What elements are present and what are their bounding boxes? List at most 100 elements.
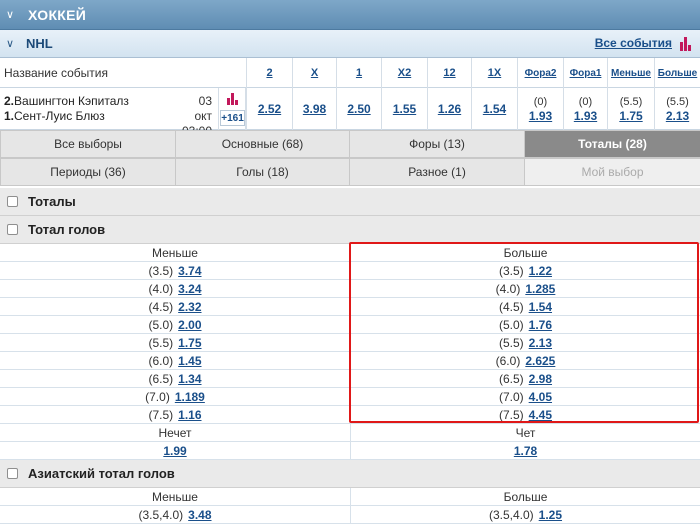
odds-link[interactable]: 1.78 (514, 444, 537, 458)
tab-misc[interactable]: Разное (1) (349, 158, 525, 186)
odds-link[interactable]: 3.48 (188, 508, 211, 522)
odds-link[interactable]: 1.75 (619, 109, 642, 123)
section-totals-header[interactable]: Тоталы (0, 188, 700, 216)
odds-link[interactable]: 1.189 (175, 390, 205, 404)
col-header-1[interactable]: 1 (336, 58, 381, 88)
totals-row: (7.5) 1.16 (7.5) 4.45 (0, 406, 700, 424)
over-cell: (5.0) 1.76 (350, 316, 700, 334)
sport-header-bar[interactable]: ∨ ХОККЕЙ (0, 0, 700, 30)
total-param: (6.5) (148, 372, 174, 386)
odds-link[interactable]: 1.285 (525, 282, 555, 296)
totals-row: (6.5) 1.34 (6.5) 2.98 (0, 370, 700, 388)
odds-link[interactable]: 2.50 (347, 102, 370, 116)
tab-goals[interactable]: Голы (18) (175, 158, 350, 186)
odds-link[interactable]: 1.55 (393, 102, 416, 116)
event-name-label: Название события (4, 66, 108, 80)
totals-row: (4.5) 2.32 (4.5) 1.54 (0, 298, 700, 316)
odds-link[interactable]: 1.25 (539, 508, 562, 522)
section-total-goals-header[interactable]: Тотал голов (0, 216, 700, 244)
sport-title: ХОККЕЙ (28, 6, 87, 23)
section-checkbox[interactable] (7, 196, 18, 207)
odds-link[interactable]: 1.26 (438, 102, 461, 116)
odds-link[interactable]: 1.45 (178, 354, 201, 368)
odds-cell: 1.26 (427, 88, 471, 130)
col-header-handicap2[interactable]: Фора2 (517, 58, 563, 88)
odds-cell: 2.52 (246, 88, 292, 130)
tab-all[interactable]: Все выборы (0, 130, 176, 158)
odd-label: Нечет (158, 426, 192, 440)
odds-link[interactable]: 1.99 (163, 444, 186, 458)
odds-link[interactable]: 1.76 (529, 318, 552, 332)
league-header-bar[interactable]: ∨ NHL Все события (0, 30, 700, 58)
col-header-under[interactable]: Меньше (607, 58, 654, 88)
over-cell: (7.5) 4.45 (350, 406, 700, 424)
odds-link[interactable]: 2.00 (178, 318, 201, 332)
tab-periods[interactable]: Периоды (36) (0, 158, 176, 186)
tab-totals[interactable]: Тоталы (28) (524, 130, 700, 158)
team1-name: Сент-Луис Блюз (14, 109, 105, 123)
col-header-2[interactable]: 2 (246, 58, 292, 88)
odds-link[interactable]: 1.16 (178, 408, 201, 422)
all-events-link[interactable]: Все события (595, 36, 672, 50)
odds-link[interactable]: 2.625 (525, 354, 555, 368)
col-header-x[interactable]: X (292, 58, 336, 88)
tab-main[interactable]: Основные (68) (175, 130, 350, 158)
odds-link[interactable]: 3.24 (178, 282, 201, 296)
odds-link[interactable]: 1.75 (178, 336, 201, 350)
tab-my-choice[interactable]: Мой выбор (524, 158, 700, 186)
section-title: Тотал голов (28, 222, 106, 237)
under-cell: (3.5) 3.74 (0, 262, 350, 280)
odds-link[interactable]: 1.34 (178, 372, 201, 386)
odds-link[interactable]: 1.54 (529, 300, 552, 314)
section-checkbox[interactable] (7, 468, 18, 479)
total-param: (4.5) (148, 300, 174, 314)
odds-link[interactable]: 2.98 (529, 372, 552, 386)
col-header-12[interactable]: 12 (427, 58, 471, 88)
under-cell: (7.0) 1.189 (0, 388, 350, 406)
event-teams[interactable]: 2.Вашингтон Кэпиталз 1.Сент-Луис Блюз (4, 94, 129, 124)
even-label: Чет (350, 424, 700, 442)
odd-even-row: 1.99 1.78 (0, 442, 700, 460)
event-date: 03 окт (194, 94, 212, 123)
odds-link[interactable]: 4.45 (529, 408, 552, 422)
col-header-over[interactable]: Больше (654, 58, 700, 88)
odds-link[interactable]: 1.54 (483, 102, 506, 116)
odd-even-header: Нечет Чет (0, 424, 700, 442)
total-param: (4.0) (148, 282, 174, 296)
section-title: Тоталы (28, 194, 76, 209)
over-cell: (5.5) 2.13 (350, 334, 700, 352)
odds-link[interactable]: 2.52 (258, 102, 281, 116)
chevron-down-icon[interactable]: ∨ (0, 0, 20, 30)
odds-cell: 3.98 (292, 88, 336, 130)
under-cell: (5.5) 1.75 (0, 334, 350, 352)
odds-link[interactable]: 1.93 (574, 109, 597, 123)
odds-link[interactable]: 3.98 (303, 102, 326, 116)
odds-link[interactable]: 2.32 (178, 300, 201, 314)
odds-link[interactable]: 2.13 (666, 109, 689, 123)
tab-handicaps[interactable]: Форы (13) (349, 130, 525, 158)
total-param: (6.5) (498, 372, 524, 386)
statistics-icon[interactable] (227, 93, 239, 105)
total-param: (5.5) (498, 336, 524, 350)
chevron-down-icon[interactable]: ∨ (0, 30, 20, 58)
odds-link[interactable]: 1.22 (529, 264, 552, 278)
total-param: (4.5) (498, 300, 524, 314)
over-column-header: Больше (350, 488, 700, 506)
odds-link[interactable]: 2.13 (529, 336, 552, 350)
col-header-1x[interactable]: 1X (471, 58, 517, 88)
col-header-x2[interactable]: X2 (381, 58, 427, 88)
under-cell: (6.0) 1.45 (0, 352, 350, 370)
total-param: (3.5,4.0) (488, 508, 534, 522)
col-header-handicap1[interactable]: Фора1 (563, 58, 607, 88)
more-markets-button[interactable]: +161 (220, 110, 245, 126)
odds-link[interactable]: 3.74 (178, 264, 201, 278)
odds-link[interactable]: 4.05 (529, 390, 552, 404)
totals-row: (6.0) 1.45 (6.0) 2.625 (0, 352, 700, 370)
totals-table-header: Меньше Больше (0, 244, 700, 262)
odds-link[interactable]: 1.93 (529, 109, 552, 123)
section-checkbox[interactable] (7, 224, 18, 235)
market-tabs-row-1: Все выборы Основные (68) Форы (13) Тотал… (0, 130, 700, 158)
statistics-icon[interactable] (680, 37, 692, 51)
section-asian-total-header[interactable]: Азиатский тотал голов (0, 460, 700, 488)
odds-cell: (0) 1.93 (563, 88, 607, 130)
